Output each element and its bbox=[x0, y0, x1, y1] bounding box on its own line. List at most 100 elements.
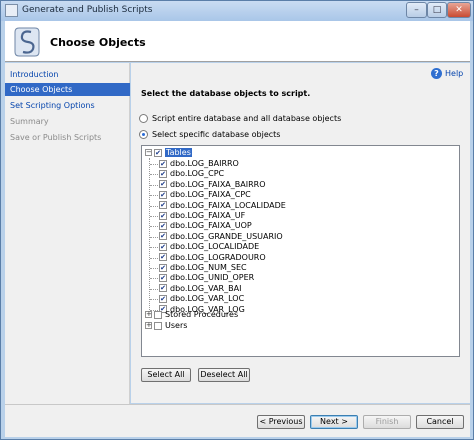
tree-node-table[interactable]: ✔ dbo.LOG_UNID_OPER bbox=[159, 273, 254, 283]
object-tree[interactable]: − ✔ Tables ✔ dbo.LOG_BAIRRO ✔ dbo.LOG_CPC ✔ dbo… bbox=[141, 145, 460, 357]
cancel-button[interactable]: Cancel bbox=[416, 415, 464, 429]
tree-node-table[interactable]: ✔ dbo.LOG_VAR_BAI bbox=[159, 284, 241, 294]
table-label[interactable]: dbo.LOG_BAIRRO bbox=[170, 159, 239, 168]
help-icon: ? bbox=[431, 68, 442, 79]
tables-checkbox[interactable]: ✔ bbox=[154, 148, 162, 157]
radio-entire-database-label: Script entire database and all database … bbox=[152, 114, 342, 123]
main-panel: ? Help Select the database objects to scr… bbox=[131, 63, 470, 403]
wizard-window: Generate and Publish Scripts – □ ✕ Choos… bbox=[0, 0, 474, 440]
tree-branch-line bbox=[150, 257, 158, 259]
nav-item-introduction[interactable]: Introduction bbox=[5, 68, 130, 81]
table-checkbox[interactable]: ✔ bbox=[159, 253, 167, 262]
radio-specific-objects-label: Select specific database objects bbox=[152, 130, 281, 139]
table-checkbox[interactable]: ✔ bbox=[159, 180, 167, 189]
wizard-nav: Introduction Choose Objects Set Scripting … bbox=[5, 63, 130, 433]
nav-item-save-or-publish-scripts: Save or Publish Scripts bbox=[10, 133, 102, 142]
table-label[interactable]: dbo.LOG_VAR_BAI bbox=[170, 284, 241, 293]
tree-node-table[interactable]: ✔ dbo.LOG_FAIXA_CPC bbox=[159, 190, 251, 200]
table-checkbox[interactable]: ✔ bbox=[159, 232, 167, 241]
tree-node-table[interactable]: ✔ dbo.LOG_FAIXA_UF bbox=[159, 211, 245, 221]
table-label[interactable]: dbo.LOG_CPC bbox=[170, 169, 224, 178]
tree-branch-line bbox=[150, 205, 158, 207]
tree-node-table[interactable]: ✔ dbo.LOG_VAR_LOC bbox=[159, 294, 244, 304]
table-label[interactable]: dbo.LOG_GRANDE_USUARIO bbox=[170, 232, 283, 241]
tree-node-stored-procedures[interactable]: + Stored Procedures bbox=[145, 310, 238, 320]
table-checkbox[interactable]: ✔ bbox=[159, 201, 167, 210]
tree-branch-line bbox=[150, 278, 158, 280]
tree-branch-line bbox=[150, 288, 158, 290]
table-checkbox[interactable]: ✔ bbox=[159, 284, 167, 293]
window-title: Generate and Publish Scripts bbox=[22, 5, 153, 15]
tree-branch-line bbox=[150, 174, 158, 176]
users-checkbox[interactable] bbox=[154, 321, 162, 330]
radio-entire-database[interactable]: Script entire database and all database … bbox=[139, 113, 341, 125]
table-checkbox[interactable]: ✔ bbox=[159, 169, 167, 178]
previous-button[interactable]: < Previous bbox=[257, 415, 305, 429]
table-label[interactable]: dbo.LOG_FAIXA_UOP bbox=[170, 221, 252, 230]
table-checkbox[interactable]: ✔ bbox=[159, 221, 167, 230]
nav-item-choose-objects[interactable]: Choose Objects bbox=[5, 83, 130, 96]
select-all-button[interactable]: Select All bbox=[141, 368, 191, 382]
table-label[interactable]: dbo.LOG_FAIXA_CPC bbox=[170, 190, 251, 199]
tree-node-table[interactable]: ✔ dbo.LOG_NUM_SEC bbox=[159, 263, 247, 273]
tree-branch-line bbox=[150, 226, 158, 228]
tree-branch-line bbox=[150, 236, 158, 238]
table-checkbox[interactable]: ✔ bbox=[159, 190, 167, 199]
table-label[interactable]: dbo.LOG_FAIXA_UF bbox=[170, 211, 245, 220]
table-label[interactable]: dbo.LOG_NUM_SEC bbox=[170, 263, 247, 272]
table-label[interactable]: dbo.LOG_FAIXA_BAIRRO bbox=[170, 180, 266, 189]
page-title: Choose Objects bbox=[50, 36, 146, 49]
radio-entire-database-circle[interactable] bbox=[139, 114, 148, 123]
tree-node-table[interactable]: ✔ dbo.LOG_FAIXA_LOCALIDADE bbox=[159, 201, 286, 211]
finish-button: Finish bbox=[363, 415, 411, 429]
tree-branch-line bbox=[150, 216, 158, 217]
tree-node-table[interactable]: ✔ dbo.LOG_CPC bbox=[159, 169, 224, 179]
table-label[interactable]: dbo.LOG_VAR_LOC bbox=[170, 294, 244, 303]
tree-node-table[interactable]: ✔ dbo.LOG_BAIRRO bbox=[159, 159, 239, 169]
nav-item-set-scripting-options[interactable]: Set Scripting Options bbox=[5, 99, 130, 112]
table-checkbox[interactable]: ✔ bbox=[159, 242, 167, 251]
nav-item-summary: Summary bbox=[10, 117, 49, 126]
stored-procedures-label[interactable]: Stored Procedures bbox=[165, 310, 238, 319]
instruction-text: Select the database objects to script. bbox=[141, 89, 311, 98]
tree-node-table[interactable]: ✔ dbo.LOG_LOCALIDADE bbox=[159, 242, 259, 252]
tree-branch-line bbox=[150, 164, 158, 165]
expand-icon[interactable]: + bbox=[145, 322, 152, 329]
tree-node-table[interactable]: ✔ dbo.LOG_GRANDE_USUARIO bbox=[159, 232, 283, 242]
stored-procedures-checkbox[interactable] bbox=[154, 310, 162, 319]
scroll-icon bbox=[14, 27, 40, 57]
tree-node-table[interactable]: ✔ dbo.LOG_LOGRADOURO bbox=[159, 253, 266, 263]
radio-specific-objects[interactable]: Select specific database objects bbox=[139, 129, 280, 141]
table-label[interactable]: dbo.LOG_LOCALIDADE bbox=[170, 242, 259, 251]
title-bar[interactable]: Generate and Publish Scripts – □ ✕ bbox=[1, 1, 473, 21]
radio-specific-objects-circle[interactable] bbox=[139, 130, 148, 139]
table-label[interactable]: dbo.LOG_FAIXA_LOCALIDADE bbox=[170, 201, 286, 210]
deselect-all-button[interactable]: Deselect All bbox=[198, 368, 250, 382]
tree-branch-line bbox=[150, 184, 158, 186]
table-label[interactable]: dbo.LOG_UNID_OPER bbox=[170, 273, 254, 282]
table-checkbox[interactable]: ✔ bbox=[159, 211, 167, 220]
minimize-button[interactable]: – bbox=[406, 2, 427, 18]
close-button[interactable]: ✕ bbox=[447, 2, 471, 18]
tree-node-table[interactable]: ✔ dbo.LOG_FAIXA_BAIRRO bbox=[159, 180, 266, 190]
tree-branch-line bbox=[150, 195, 158, 197]
wizard-footer: < Previous Next > Finish Cancel bbox=[5, 405, 470, 437]
table-checkbox[interactable]: ✔ bbox=[159, 294, 167, 303]
table-label[interactable]: dbo.LOG_LOGRADOURO bbox=[170, 253, 266, 262]
tree-branch-line bbox=[150, 299, 158, 301]
table-checkbox[interactable]: ✔ bbox=[159, 263, 167, 272]
next-button[interactable]: Next > bbox=[310, 415, 358, 429]
collapse-icon[interactable]: − bbox=[145, 149, 152, 156]
expand-icon[interactable]: + bbox=[145, 311, 152, 318]
tree-node-users[interactable]: + Users bbox=[145, 321, 187, 331]
help-link[interactable]: ? Help bbox=[431, 68, 463, 79]
users-label[interactable]: Users bbox=[165, 321, 187, 330]
help-label: Help bbox=[445, 69, 464, 78]
tables-label[interactable]: Tables bbox=[165, 148, 192, 157]
maximize-button[interactable]: □ bbox=[427, 2, 447, 18]
tree-node-table[interactable]: ✔ dbo.LOG_FAIXA_UOP bbox=[159, 221, 252, 231]
tree-node-tables[interactable]: − ✔ Tables bbox=[145, 148, 192, 158]
app-icon bbox=[5, 4, 18, 17]
table-checkbox[interactable]: ✔ bbox=[159, 159, 167, 168]
table-checkbox[interactable]: ✔ bbox=[159, 273, 167, 282]
